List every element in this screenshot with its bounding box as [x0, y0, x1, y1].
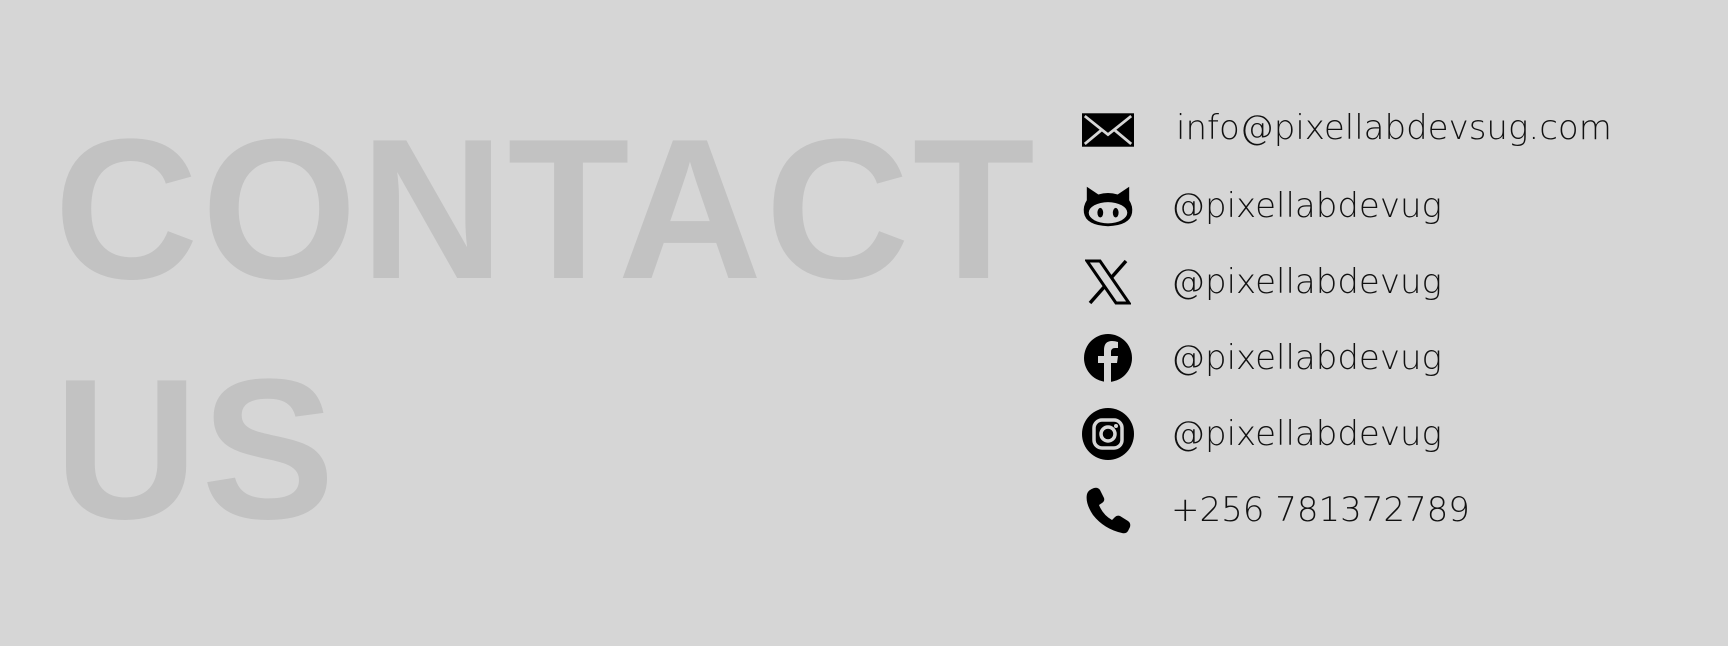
facebook-icon	[1082, 332, 1134, 384]
instagram-handle-text: @pixellabdevug	[1171, 414, 1442, 454]
phone-number-text: +256 781372789	[1171, 490, 1470, 530]
github-handle-text: @pixellabdevug	[1171, 186, 1442, 226]
facebook-handle-text: @pixellabdevug	[1171, 338, 1442, 378]
contact-email-link[interactable]: info@pixellabdevsug.com	[1080, 94, 1700, 170]
heading-line-2: US	[54, 338, 338, 561]
x-handle-text: @pixellabdevug	[1171, 262, 1442, 302]
x-twitter-icon	[1082, 256, 1134, 308]
envelope-icon	[1082, 104, 1134, 156]
phone-icon	[1082, 484, 1134, 536]
page-heading: CONTACT US	[54, 90, 1054, 570]
contact-list: info@pixellabdevsug.com @pixellabdevug @…	[1080, 94, 1700, 550]
contact-facebook-link[interactable]: @pixellabdevug	[1080, 322, 1700, 398]
email-text: info@pixellabdevsug.com	[1176, 108, 1612, 148]
contact-github-link[interactable]: @pixellabdevug	[1080, 170, 1700, 246]
github-icon	[1082, 180, 1134, 232]
instagram-icon	[1082, 408, 1134, 460]
heading-line-1: CONTACT	[54, 98, 1038, 321]
contact-instagram-link[interactable]: @pixellabdevug	[1080, 398, 1700, 474]
contact-x-link[interactable]: @pixellabdevug	[1080, 246, 1700, 322]
contact-phone-link[interactable]: +256 781372789	[1080, 474, 1700, 550]
